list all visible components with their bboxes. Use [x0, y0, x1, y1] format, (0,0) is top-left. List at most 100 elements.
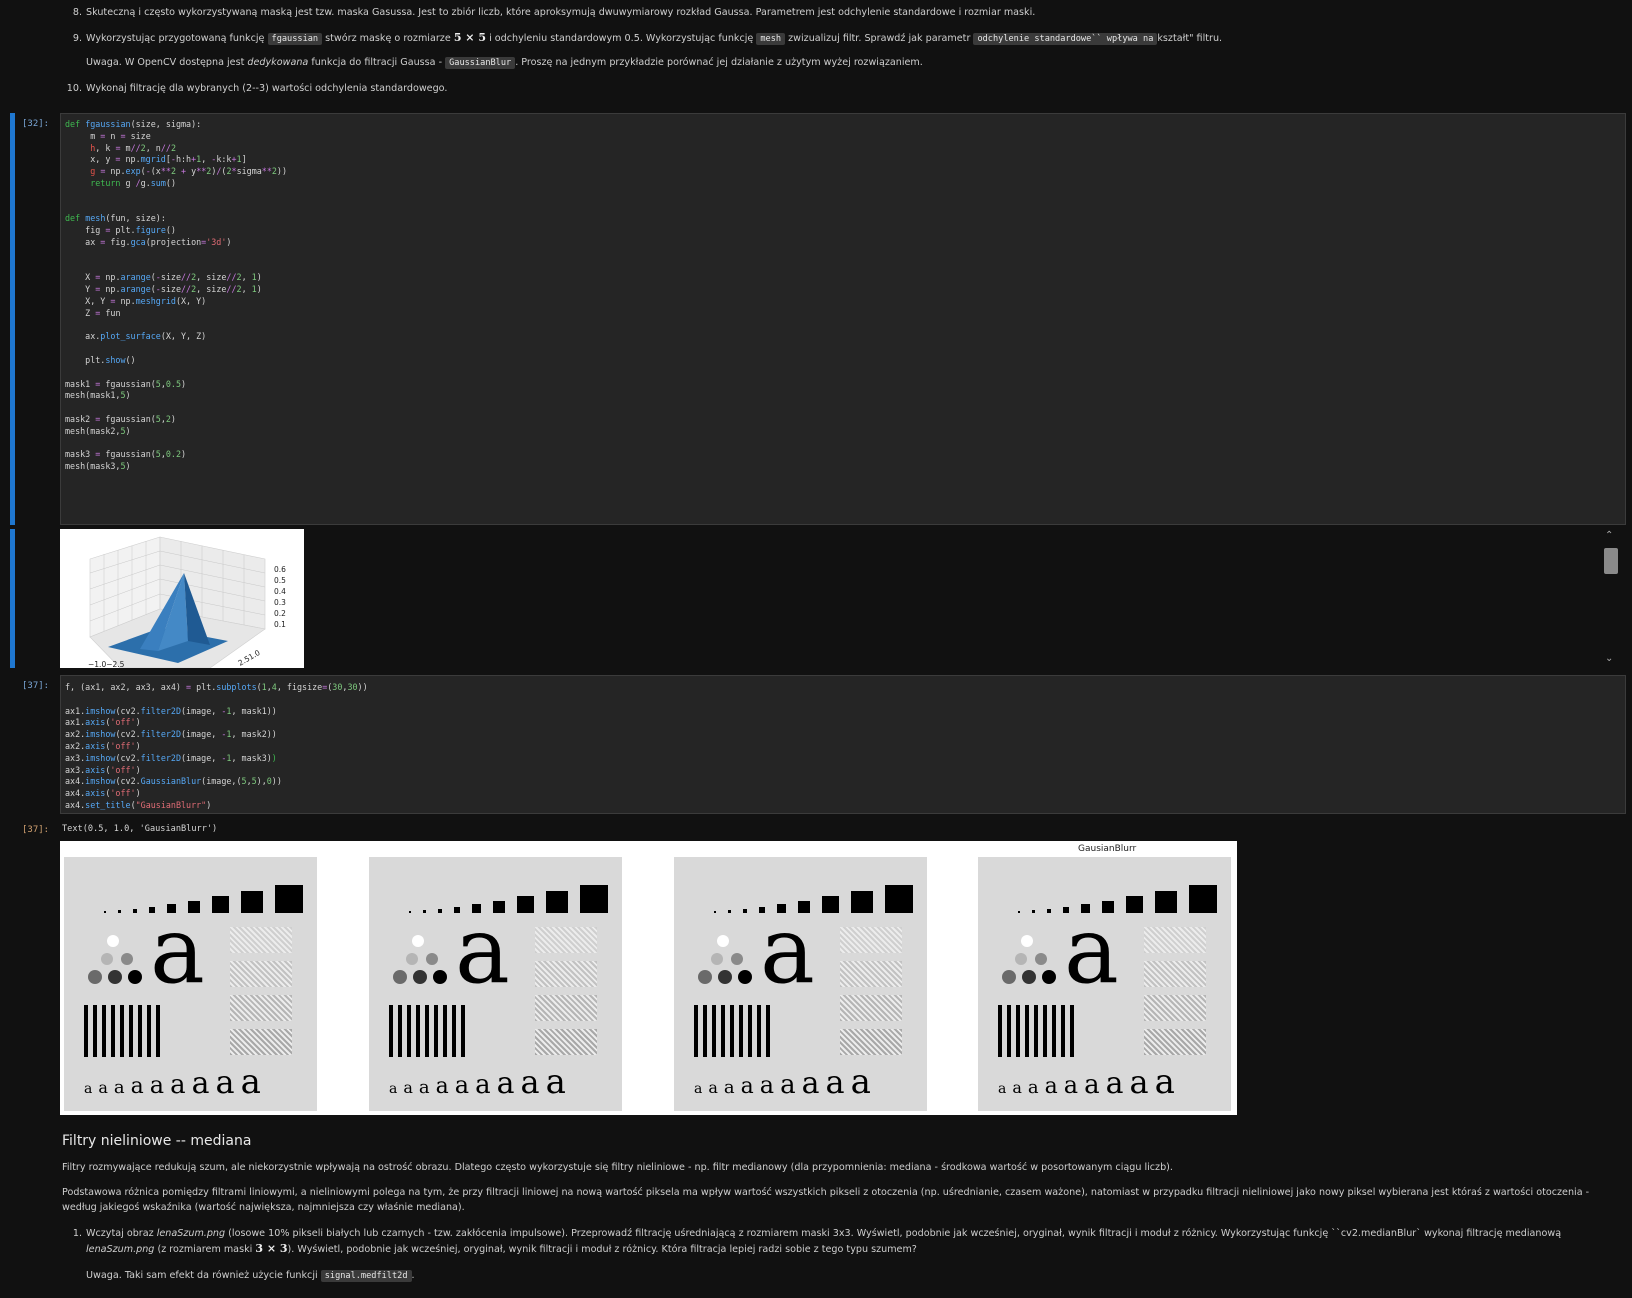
test-circle [1002, 970, 1016, 984]
panel-title: GausianBlurr [1078, 844, 1137, 854]
test-square [423, 910, 426, 913]
code-editor[interactable]: f, (ax1, ax2, ax3, ax4) = plt.subplots(1… [60, 675, 1626, 814]
text: Uwaga. Taki sam efekt da również użycie … [86, 1270, 318, 1281]
test-bar [748, 1005, 752, 1057]
test-square [438, 909, 442, 913]
test-bar [434, 1005, 438, 1057]
test-bar [416, 1005, 420, 1057]
glyph: a [389, 1081, 398, 1097]
md-item-10: 10. Wykonaj filtrację dla wybranych (2--3… [62, 81, 1602, 96]
glyph: a [801, 1066, 820, 1101]
noise-block [230, 1029, 292, 1055]
math-expression: 5 × 5 [453, 31, 486, 44]
noise-block [1144, 961, 1206, 987]
output-text: Text(0.5, 1.0, 'GausianBlurr') [62, 824, 218, 834]
scroll-up-icon[interactable]: ⌃ [1605, 530, 1613, 541]
test-bar [1052, 1005, 1056, 1057]
test-circle [413, 970, 427, 984]
scrollbar-thumb[interactable] [1604, 548, 1618, 574]
test-circle [426, 953, 438, 965]
text: Uwaga. W OpenCV dostępna jest [86, 57, 245, 68]
text: (losowe 10% pikseli białych lub czarnych… [228, 1228, 1562, 1239]
glyph: a [1105, 1066, 1124, 1101]
test-circle [128, 970, 142, 984]
test-bar [84, 1005, 88, 1057]
md-item-8: 8. Skuteczną i często wykorzystywaną mask… [62, 5, 1602, 20]
emphasis: dedykowana [247, 57, 309, 68]
test-bar [757, 1005, 761, 1057]
test-bar [1016, 1005, 1020, 1057]
text: funkcja do filtracji Gaussa - [311, 57, 443, 68]
surface-plot-svg: 0.6 0.5 0.4 0.3 0.2 0.1 −1.0−2.5 2.51.0 [88, 536, 286, 668]
glyph: a [418, 1077, 430, 1098]
test-circle [88, 970, 102, 984]
bottom-glyph-row: aaaaaaaaa [694, 1062, 877, 1102]
md-item-9: 9. Wykorzystując przygotowaną funkcję fga… [62, 30, 1602, 47]
z-tick-label: 0.3 [274, 598, 286, 607]
test-circle [107, 935, 119, 947]
test-square [241, 891, 263, 913]
math-expression: 3 × 3 [255, 1242, 288, 1255]
inline-code: mesh [756, 33, 786, 45]
test-circle [1042, 970, 1056, 984]
test-bar [730, 1005, 734, 1057]
test-circle [698, 970, 712, 984]
test-bar [425, 1005, 429, 1057]
test-square [517, 896, 534, 913]
bottom-glyph-row: aaaaaaaaa [389, 1062, 572, 1102]
scroll-down-icon[interactable]: ⌄ [1605, 653, 1613, 664]
glyph: a [1027, 1077, 1039, 1098]
paragraph-text: Wykonaj filtrację dla wybranych (2--3) w… [86, 83, 448, 94]
test-circle [412, 935, 424, 947]
inline-code: odchylenie standardowe`` wpływa na [973, 33, 1158, 45]
test-circle [1015, 953, 1027, 965]
test-bar [712, 1005, 716, 1057]
glyph: a [1154, 1062, 1175, 1102]
z-tick-label: 0.5 [274, 576, 286, 585]
md-uwaga-1: Uwaga. W OpenCV dostępna jest dedykowana… [86, 55, 1602, 71]
noise-block [535, 995, 597, 1021]
noise-block [535, 961, 597, 987]
glyph: a [149, 1071, 165, 1099]
glyph: a [84, 1081, 93, 1097]
code-editor[interactable]: def fgaussian(size, sigma): m = n = size… [60, 113, 1626, 525]
glyph: a [998, 1081, 1007, 1097]
glyph: a [1044, 1074, 1058, 1099]
test-bar [703, 1005, 707, 1057]
test-bar [739, 1005, 743, 1057]
test-square [580, 885, 608, 913]
test-circle [433, 970, 447, 984]
output-cell-indicator[interactable] [10, 529, 15, 668]
selected-cell-indicator[interactable] [10, 113, 15, 525]
test-circle [738, 970, 752, 984]
test-bar [452, 1005, 456, 1057]
bottom-glyph-row: aaaaaaaaa [998, 1062, 1181, 1102]
glyph: a [708, 1078, 718, 1097]
test-square [118, 910, 121, 913]
noise-block [1144, 1029, 1206, 1055]
text: Wykorzystując przygotowaną funkcję [86, 33, 265, 44]
glyph: a [723, 1077, 735, 1098]
test-square [1018, 911, 1020, 913]
md-paragraph: Filtry rozmywające redukują szum, ale ni… [62, 1162, 1173, 1173]
input-prompt: [32]: [22, 119, 50, 129]
output-scrollbar[interactable]: ⌃ ⌄ [1604, 530, 1618, 664]
test-square [743, 909, 747, 913]
test-bar [721, 1005, 725, 1057]
glyph: a [1063, 1071, 1079, 1099]
filtered-image-panel: aaaaaaaaaa [978, 857, 1231, 1111]
test-square [409, 911, 411, 913]
glyph: a [403, 1078, 413, 1097]
test-bar [443, 1005, 447, 1057]
text: stwórz maskę o rozmiarze [325, 33, 451, 44]
test-bar [461, 1005, 465, 1057]
glyph: a [759, 1071, 775, 1099]
glyph: a [170, 1070, 186, 1100]
noise-block [535, 927, 597, 953]
glyph: a [694, 1081, 703, 1097]
emphasis: lenaSzum.png [156, 1228, 226, 1239]
md-uwaga-2: Uwaga. Taki sam efekt da również użycie … [86, 1268, 1602, 1284]
test-circle [731, 953, 743, 965]
output-prompt: [37]: [22, 825, 50, 835]
z-tick-label: 0.1 [274, 620, 286, 629]
